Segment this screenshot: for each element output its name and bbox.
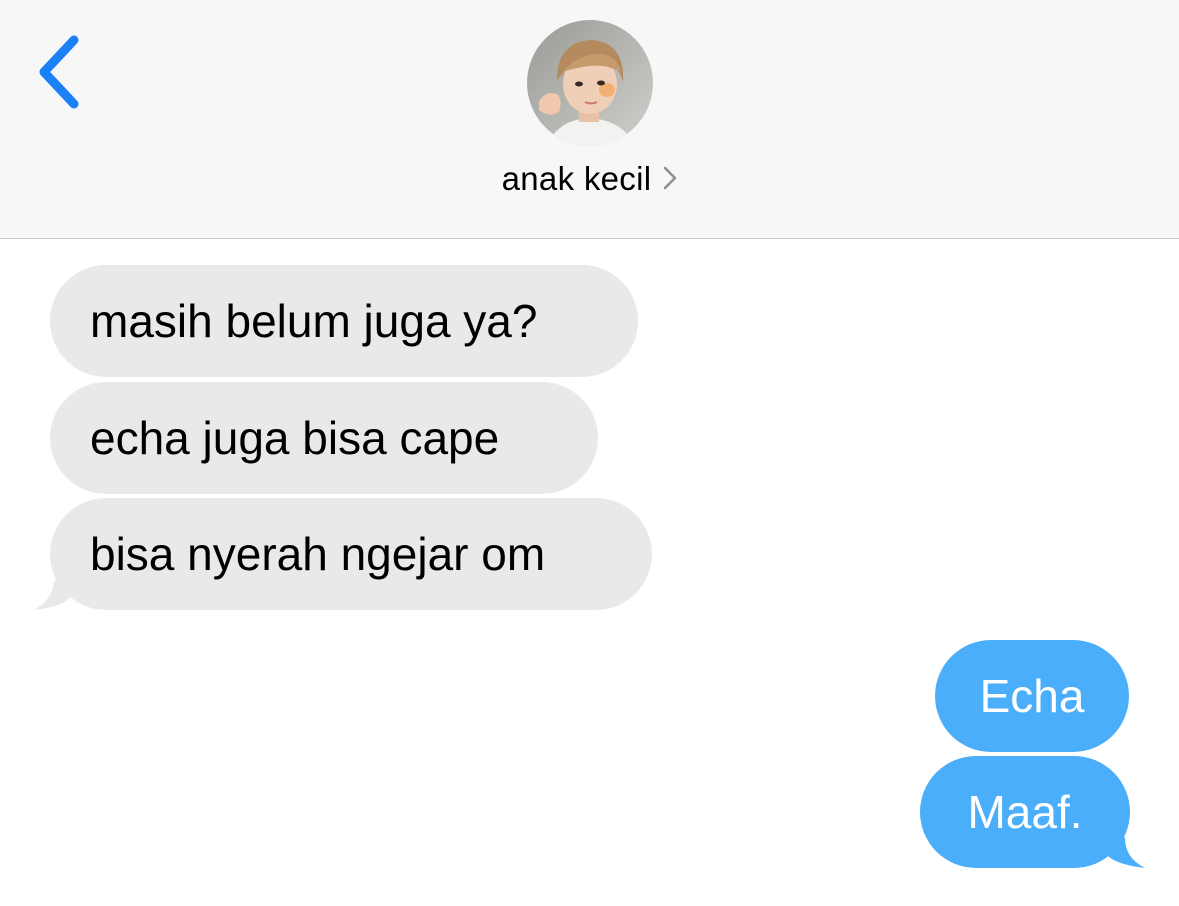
incoming-message-bubble[interactable]: echa juga bisa cape <box>50 382 598 494</box>
outgoing-message-bubble[interactable]: Maaf. <box>920 756 1130 868</box>
incoming-message-bubble[interactable]: masih belum juga ya? <box>50 265 638 377</box>
message-text: Maaf. <box>967 786 1083 838</box>
contact-name: anak kecil <box>501 160 652 197</box>
conversation-header: anak kecil <box>0 0 1179 239</box>
back-button[interactable] <box>30 30 90 114</box>
message-text: echa juga bisa cape <box>90 412 500 464</box>
chevron-right-icon <box>663 160 677 198</box>
contact-avatar[interactable] <box>527 20 653 146</box>
avatar-photo-icon <box>527 20 653 146</box>
incoming-message-bubble[interactable]: bisa nyerah ngejar om <box>50 498 652 610</box>
imessage-screen: anak kecil masih belum juga ya? echa jug… <box>0 0 1179 906</box>
contact-name-button[interactable]: anak kecil <box>0 160 1179 198</box>
message-text: Echa <box>979 670 1085 722</box>
message-text: masih belum juga ya? <box>90 295 538 347</box>
chevron-left-icon <box>39 35 79 109</box>
message-text: bisa nyerah ngejar om <box>90 528 546 580</box>
outgoing-message-bubble[interactable]: Echa <box>935 640 1129 752</box>
